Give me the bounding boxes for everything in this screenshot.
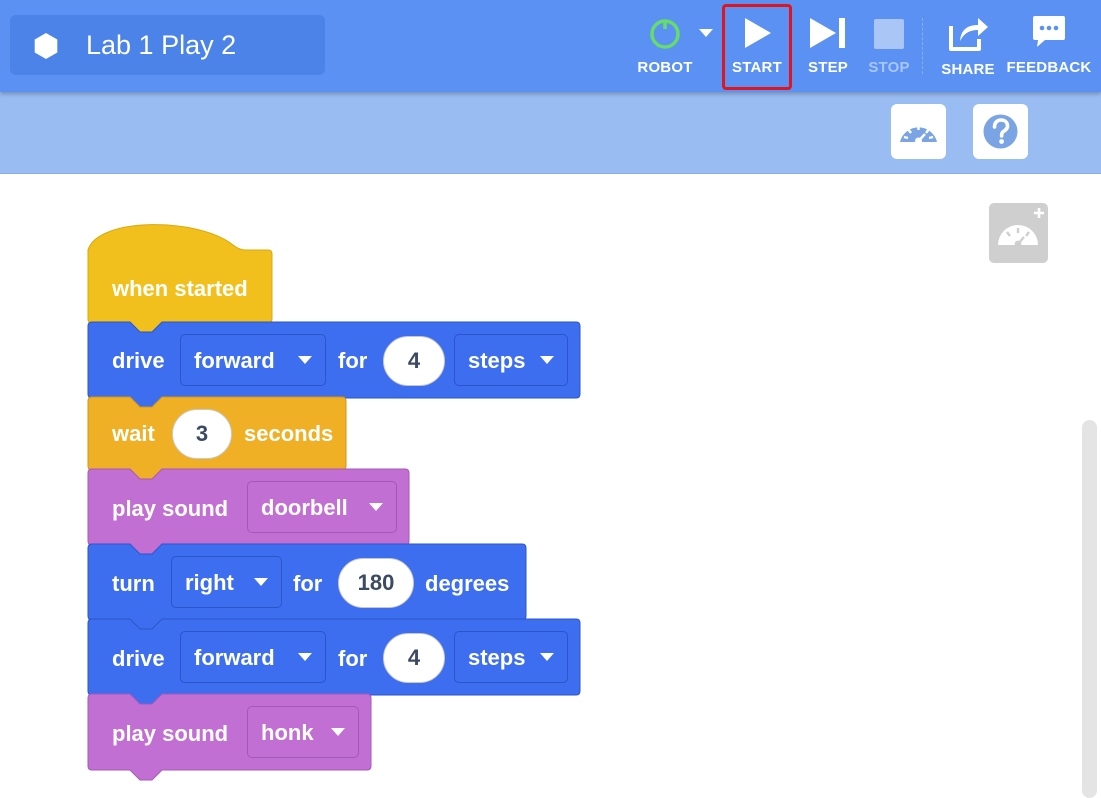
- block-verb: turn: [112, 571, 155, 596]
- project-title-box[interactable]: Lab 1 Play 2: [10, 15, 325, 75]
- unit-dropdown[interactable]: steps: [454, 631, 568, 683]
- dropdown-caret-icon: [254, 578, 268, 586]
- top-toolbar: Lab 1 Play 2 ROBOT START STEP STOP SHARE…: [0, 0, 1101, 92]
- gauge-add-icon: [998, 208, 1044, 248]
- block-for-label: for: [338, 646, 368, 671]
- unit-value: steps: [468, 348, 526, 373]
- play-icon: [745, 18, 771, 48]
- dropdown-caret-icon: [298, 356, 312, 364]
- vertical-scrollbar[interactable]: [1082, 420, 1097, 798]
- block-label: when started: [112, 276, 248, 301]
- hexagon-icon: [34, 33, 58, 59]
- direction-value: right: [185, 570, 234, 595]
- direction-value: forward: [194, 645, 275, 670]
- feedback-speech-icon: [1033, 16, 1065, 47]
- block-verb: play sound: [112, 721, 229, 746]
- robot-dropdown-caret-icon[interactable]: [698, 28, 714, 38]
- amount-input[interactable]: 3: [172, 409, 232, 459]
- block-for-label: for: [293, 571, 323, 596]
- add-dashboard-button[interactable]: [989, 203, 1048, 263]
- stop-label: STOP: [868, 59, 910, 76]
- step-forward-icon: [810, 18, 845, 48]
- step-label: STEP: [808, 59, 848, 76]
- block-verb: drive: [112, 348, 165, 373]
- share-button[interactable]: SHARE: [934, 0, 1002, 92]
- unit-dropdown[interactable]: steps: [454, 334, 568, 386]
- block-verb: play sound: [112, 496, 229, 521]
- direction-dropdown[interactable]: right: [171, 556, 282, 608]
- direction-dropdown[interactable]: forward: [180, 631, 326, 683]
- secondary-toolbar: [0, 92, 1101, 174]
- unit-value: steps: [468, 645, 526, 670]
- sound-dropdown[interactable]: doorbell: [247, 481, 397, 533]
- feedback-label: FEEDBACK: [1006, 59, 1092, 76]
- robot-button[interactable]: ROBOT: [630, 0, 700, 92]
- help-button[interactable]: [973, 104, 1028, 159]
- gauge-icon: [900, 125, 937, 145]
- drive-block-1[interactable]: drive forward for 4 steps: [87, 321, 581, 409]
- wait-block[interactable]: wait 3 seconds: [87, 396, 347, 481]
- feedback-button[interactable]: FEEDBACK: [1006, 0, 1092, 92]
- block-for-label: for: [338, 348, 368, 373]
- block-verb: drive: [112, 646, 165, 671]
- step-button[interactable]: STEP: [795, 0, 861, 92]
- dropdown-caret-icon: [540, 653, 554, 661]
- direction-value: forward: [194, 348, 275, 373]
- dropdown-caret-icon: [540, 356, 554, 364]
- robot-status-icon: [650, 19, 680, 49]
- toolbar-divider: [922, 18, 923, 74]
- project-title: Lab 1 Play 2: [86, 30, 237, 60]
- sound-dropdown[interactable]: honk: [247, 706, 359, 758]
- stop-button[interactable]: STOP: [858, 0, 920, 92]
- robot-label: ROBOT: [637, 59, 693, 76]
- sound-value: honk: [261, 720, 314, 745]
- turn-block[interactable]: turn right for 180 degrees: [87, 543, 527, 631]
- start-button[interactable]: START: [722, 0, 792, 92]
- start-label: START: [732, 59, 782, 76]
- share-icon: [949, 18, 988, 51]
- stop-icon: [874, 19, 904, 49]
- play-sound-block-2[interactable]: play sound honk: [87, 693, 372, 781]
- share-label: SHARE: [941, 61, 995, 78]
- direction-dropdown[interactable]: forward: [180, 334, 326, 386]
- block-unit-label: degrees: [425, 571, 510, 596]
- drive-block-2[interactable]: drive forward for 4 steps: [87, 618, 581, 706]
- when-started-block[interactable]: when started: [87, 224, 273, 334]
- sound-value: doorbell: [261, 495, 348, 520]
- block-unit-label: seconds: [244, 421, 334, 446]
- help-question-icon: [983, 114, 1018, 149]
- dropdown-caret-icon: [369, 503, 383, 511]
- play-sound-block-1[interactable]: play sound doorbell: [87, 468, 410, 556]
- amount-input[interactable]: 4: [383, 633, 445, 683]
- block-verb: wait: [112, 421, 155, 446]
- dashboard-button[interactable]: [891, 104, 946, 159]
- dropdown-caret-icon: [331, 728, 345, 736]
- amount-input[interactable]: 180: [338, 558, 414, 608]
- amount-input[interactable]: 4: [383, 336, 445, 386]
- dropdown-caret-icon: [298, 653, 312, 661]
